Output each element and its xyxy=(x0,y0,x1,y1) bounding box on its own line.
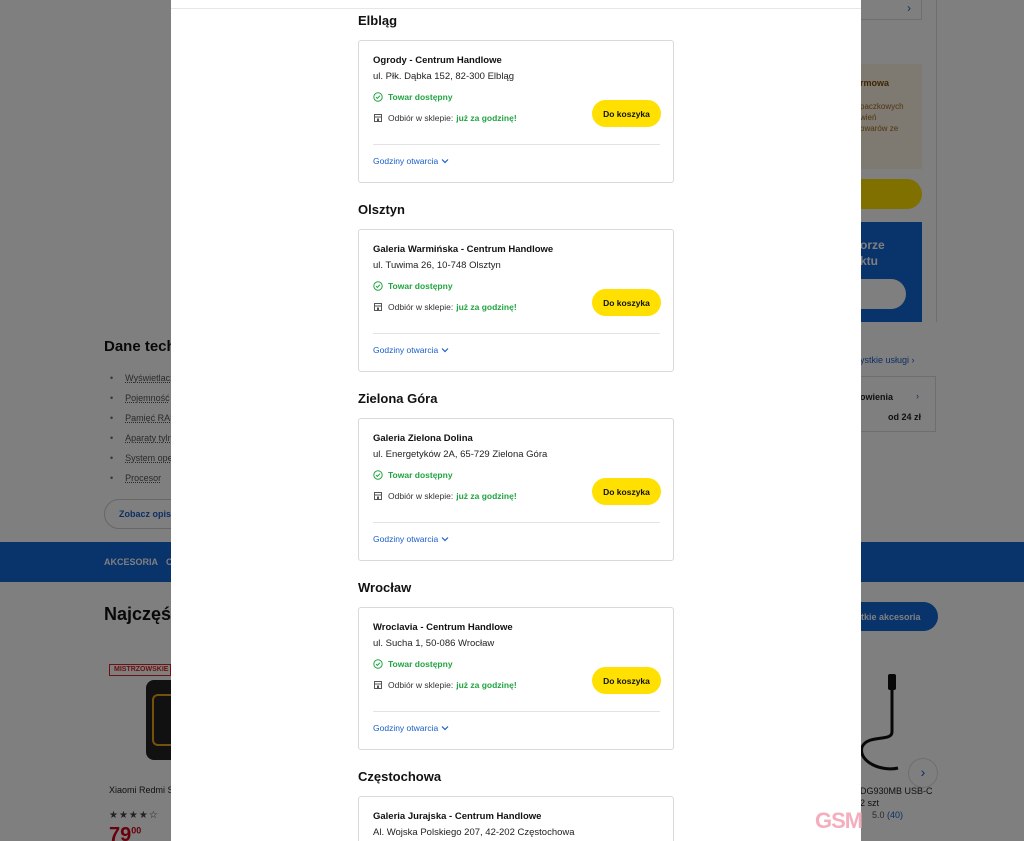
add-to-cart-button[interactable]: Do koszyka xyxy=(592,478,661,505)
opening-hours-toggle[interactable]: Godziny otwarcia xyxy=(373,534,449,544)
city-heading: Wrocław xyxy=(358,580,412,595)
pickup-time: już za godzinę! xyxy=(456,491,517,501)
store-icon xyxy=(374,303,382,311)
opening-hours-label: Godziny otwarcia xyxy=(373,723,439,733)
store-card: Ogrody - Centrum Handlowe ul. Płk. Dąbka… xyxy=(358,40,674,183)
opening-hours-label: Godziny otwarcia xyxy=(373,156,439,166)
store-address: Al. Wojska Polskiego 207, 42-202 Częstoc… xyxy=(373,827,575,838)
card-divider xyxy=(373,333,660,334)
pickup-info: Odbiór w sklepie: już za godzinę! xyxy=(373,302,517,312)
city-heading: Zielona Góra xyxy=(358,391,438,406)
store-card: Galeria Jurajska - Centrum Handlowe Al. … xyxy=(358,796,674,841)
pickup-time: już za godzinę! xyxy=(456,113,517,123)
opening-hours-toggle[interactable]: Godziny otwarcia xyxy=(373,345,449,355)
city-heading: Olsztyn xyxy=(358,202,405,217)
add-to-cart-button[interactable]: Do koszyka xyxy=(592,100,661,127)
pickup-time: już za godzinę! xyxy=(456,302,517,312)
chevron-down-icon xyxy=(441,537,449,542)
opening-hours-toggle[interactable]: Godziny otwarcia xyxy=(373,723,449,733)
store-address: ul. Sucha 1, 50-086 Wrocław xyxy=(373,638,495,649)
store-card: Wroclavia - Centrum Handlowe ul. Sucha 1… xyxy=(358,607,674,750)
opening-hours-toggle[interactable]: Godziny otwarcia xyxy=(373,156,449,166)
store-card: Galeria Warmińska - Centrum Handlowe ul.… xyxy=(358,229,674,372)
store-name: Ogrody - Centrum Handlowe xyxy=(373,55,502,66)
store-name: Galeria Jurajska - Centrum Handlowe xyxy=(373,811,542,822)
store-name: Wroclavia - Centrum Handlowe xyxy=(373,622,513,633)
availability-label: Towar dostępny xyxy=(388,281,453,291)
add-to-cart-button[interactable]: Do koszyka xyxy=(592,667,661,694)
availability-label: Towar dostępny xyxy=(388,659,453,669)
card-divider xyxy=(373,144,660,145)
pickup-info: Odbiór w sklepie: już za godzinę! xyxy=(373,491,517,501)
store-icon xyxy=(374,681,382,689)
pickup-info: Odbiór w sklepie: już za godzinę! xyxy=(373,113,517,123)
store-icon xyxy=(374,492,382,500)
check-circle-icon xyxy=(373,281,383,291)
store-card: Galeria Zielona Dolina ul. Energetyków 2… xyxy=(358,418,674,561)
availability-status: Towar dostępny xyxy=(373,281,453,291)
pickup-label: Odbiór w sklepie: xyxy=(388,491,454,501)
store-icon xyxy=(374,114,382,122)
chevron-down-icon xyxy=(441,726,449,731)
card-divider xyxy=(373,522,660,523)
store-name: Galeria Warmińska - Centrum Handlowe xyxy=(373,244,554,255)
pickup-time: już za godzinę! xyxy=(456,680,517,690)
add-to-cart-button[interactable]: Do koszyka xyxy=(592,289,661,316)
pickup-label: Odbiór w sklepie: xyxy=(388,680,454,690)
pickup-label: Odbiór w sklepie: xyxy=(388,302,454,312)
card-divider xyxy=(373,711,660,712)
pickup-info: Odbiór w sklepie: już za godzinę! xyxy=(373,680,517,690)
check-circle-icon xyxy=(373,659,383,669)
availability-label: Towar dostępny xyxy=(388,92,453,102)
availability-label: Towar dostępny xyxy=(388,470,453,480)
pickup-label: Odbiór w sklepie: xyxy=(388,113,454,123)
city-heading: Częstochowa xyxy=(358,769,442,784)
availability-status: Towar dostępny xyxy=(373,470,453,480)
check-circle-icon xyxy=(373,470,383,480)
modal-header-divider xyxy=(171,8,861,9)
store-address: ul. Płk. Dąbka 152, 82-300 Elbląg xyxy=(373,71,515,82)
opening-hours-label: Godziny otwarcia xyxy=(373,345,439,355)
watermark-logo: GSM xyxy=(815,808,863,833)
store-availability-modal: Elbląg Ogrody - Centrum Handlowe ul. Płk… xyxy=(171,0,861,841)
opening-hours-label: Godziny otwarcia xyxy=(373,534,439,544)
chevron-down-icon xyxy=(441,348,449,353)
city-heading: Elbląg xyxy=(358,13,398,28)
availability-status: Towar dostępny xyxy=(373,92,453,102)
chevron-down-icon xyxy=(441,159,449,164)
store-address: ul. Energetyków 2A, 65-729 Zielona Góra xyxy=(373,449,548,460)
store-address: ul. Tuwima 26, 10-748 Olsztyn xyxy=(373,260,501,271)
store-name: Galeria Zielona Dolina xyxy=(373,433,473,444)
availability-status: Towar dostępny xyxy=(373,659,453,669)
check-circle-icon xyxy=(373,92,383,102)
